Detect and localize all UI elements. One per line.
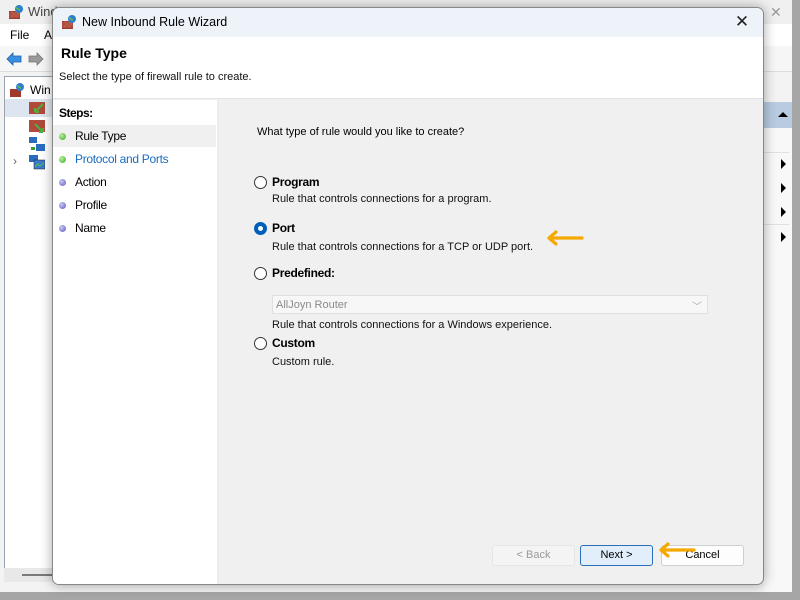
dialog-header: Rule Type Select the type of firewall ru… — [53, 37, 763, 99]
option-predefined-description: Rule that controls connections for a Win… — [272, 319, 553, 331]
page-subtitle: Select the type of firewall rule to crea… — [59, 71, 252, 83]
submenu-arrow-icon[interactable] — [781, 207, 786, 217]
back-button: < Back — [492, 545, 575, 566]
menu-action[interactable]: A — [44, 28, 52, 42]
firewall-app-icon — [8, 4, 24, 23]
option-program-label[interactable]: Program — [272, 175, 320, 189]
predefined-select-value: AllJoyn Router — [276, 299, 348, 311]
annotation-arrow-icon — [545, 229, 585, 250]
collapse-up-icon[interactable] — [778, 112, 788, 117]
expand-chevron-icon[interactable]: › — [13, 154, 17, 168]
step-action: Action — [53, 171, 216, 193]
step-label: Profile — [75, 198, 107, 212]
divider — [764, 152, 789, 153]
radio-port[interactable] — [254, 222, 267, 235]
step-label: Action — [75, 175, 107, 189]
option-port-label[interactable]: Port — [272, 221, 295, 235]
submenu-arrow-icon[interactable] — [781, 183, 786, 193]
rule-type-question: What type of rule would you like to crea… — [257, 126, 465, 138]
new-inbound-rule-wizard-dialog: New Inbound Rule Wizard ✕ Rule Type Sele… — [52, 7, 764, 585]
option-port-description: Rule that controls connections for a TCP… — [272, 241, 534, 253]
submenu-arrow-icon[interactable] — [781, 232, 786, 242]
background-close-icon[interactable]: ✕ — [770, 4, 782, 21]
step-done-icon — [59, 156, 66, 163]
actions-header[interactable] — [764, 102, 792, 128]
back-arrow-icon[interactable] — [6, 52, 22, 69]
dialog-title: New Inbound Rule Wizard — [82, 15, 228, 29]
option-program-description: Rule that controls connections for a pro… — [272, 193, 492, 205]
option-predefined-label[interactable]: Predefined: — [272, 266, 335, 280]
option-custom-label[interactable]: Custom — [272, 336, 315, 350]
steps-pane: Steps: Rule Type Protocol and Ports Acti… — [53, 100, 219, 584]
step-pending-icon — [59, 202, 66, 209]
predefined-rule-select[interactable]: AllJoyn Router ﹀ — [272, 295, 708, 314]
tree-root-label: Win — [30, 83, 51, 97]
step-name: Name — [53, 217, 216, 239]
steps-title: Steps: — [59, 106, 93, 120]
radio-program[interactable] — [254, 176, 267, 189]
annotation-arrow-icon — [657, 541, 697, 562]
step-pending-icon — [59, 179, 66, 186]
submenu-arrow-icon[interactable] — [781, 159, 786, 169]
step-label[interactable]: Protocol and Ports — [75, 152, 169, 166]
wizard-content: What type of rule would you like to crea… — [221, 100, 763, 584]
dialog-titlebar[interactable]: New Inbound Rule Wizard ✕ — [53, 8, 763, 37]
monitoring-icon — [29, 154, 46, 173]
divider — [764, 224, 789, 225]
next-button[interactable]: Next > — [580, 545, 653, 566]
firewall-app-icon — [61, 14, 77, 33]
step-profile: Profile — [53, 194, 216, 216]
step-pending-icon — [59, 225, 66, 232]
chevron-down-icon: ﹀ — [692, 302, 702, 313]
step-protocol-and-ports[interactable]: Protocol and Ports — [53, 148, 216, 170]
option-custom-description: Custom rule. — [272, 356, 335, 368]
forward-arrow-icon[interactable] — [28, 52, 44, 69]
radio-custom[interactable] — [254, 337, 267, 350]
menu-file[interactable]: File — [10, 28, 29, 42]
step-label: Name — [75, 221, 106, 235]
step-rule-type[interactable]: Rule Type — [53, 125, 216, 147]
radio-predefined[interactable] — [254, 267, 267, 280]
page-title: Rule Type — [61, 45, 127, 61]
close-icon[interactable]: ✕ — [731, 12, 753, 32]
step-label: Rule Type — [75, 129, 127, 143]
step-done-icon — [59, 133, 66, 140]
actions-pane — [764, 102, 792, 592]
